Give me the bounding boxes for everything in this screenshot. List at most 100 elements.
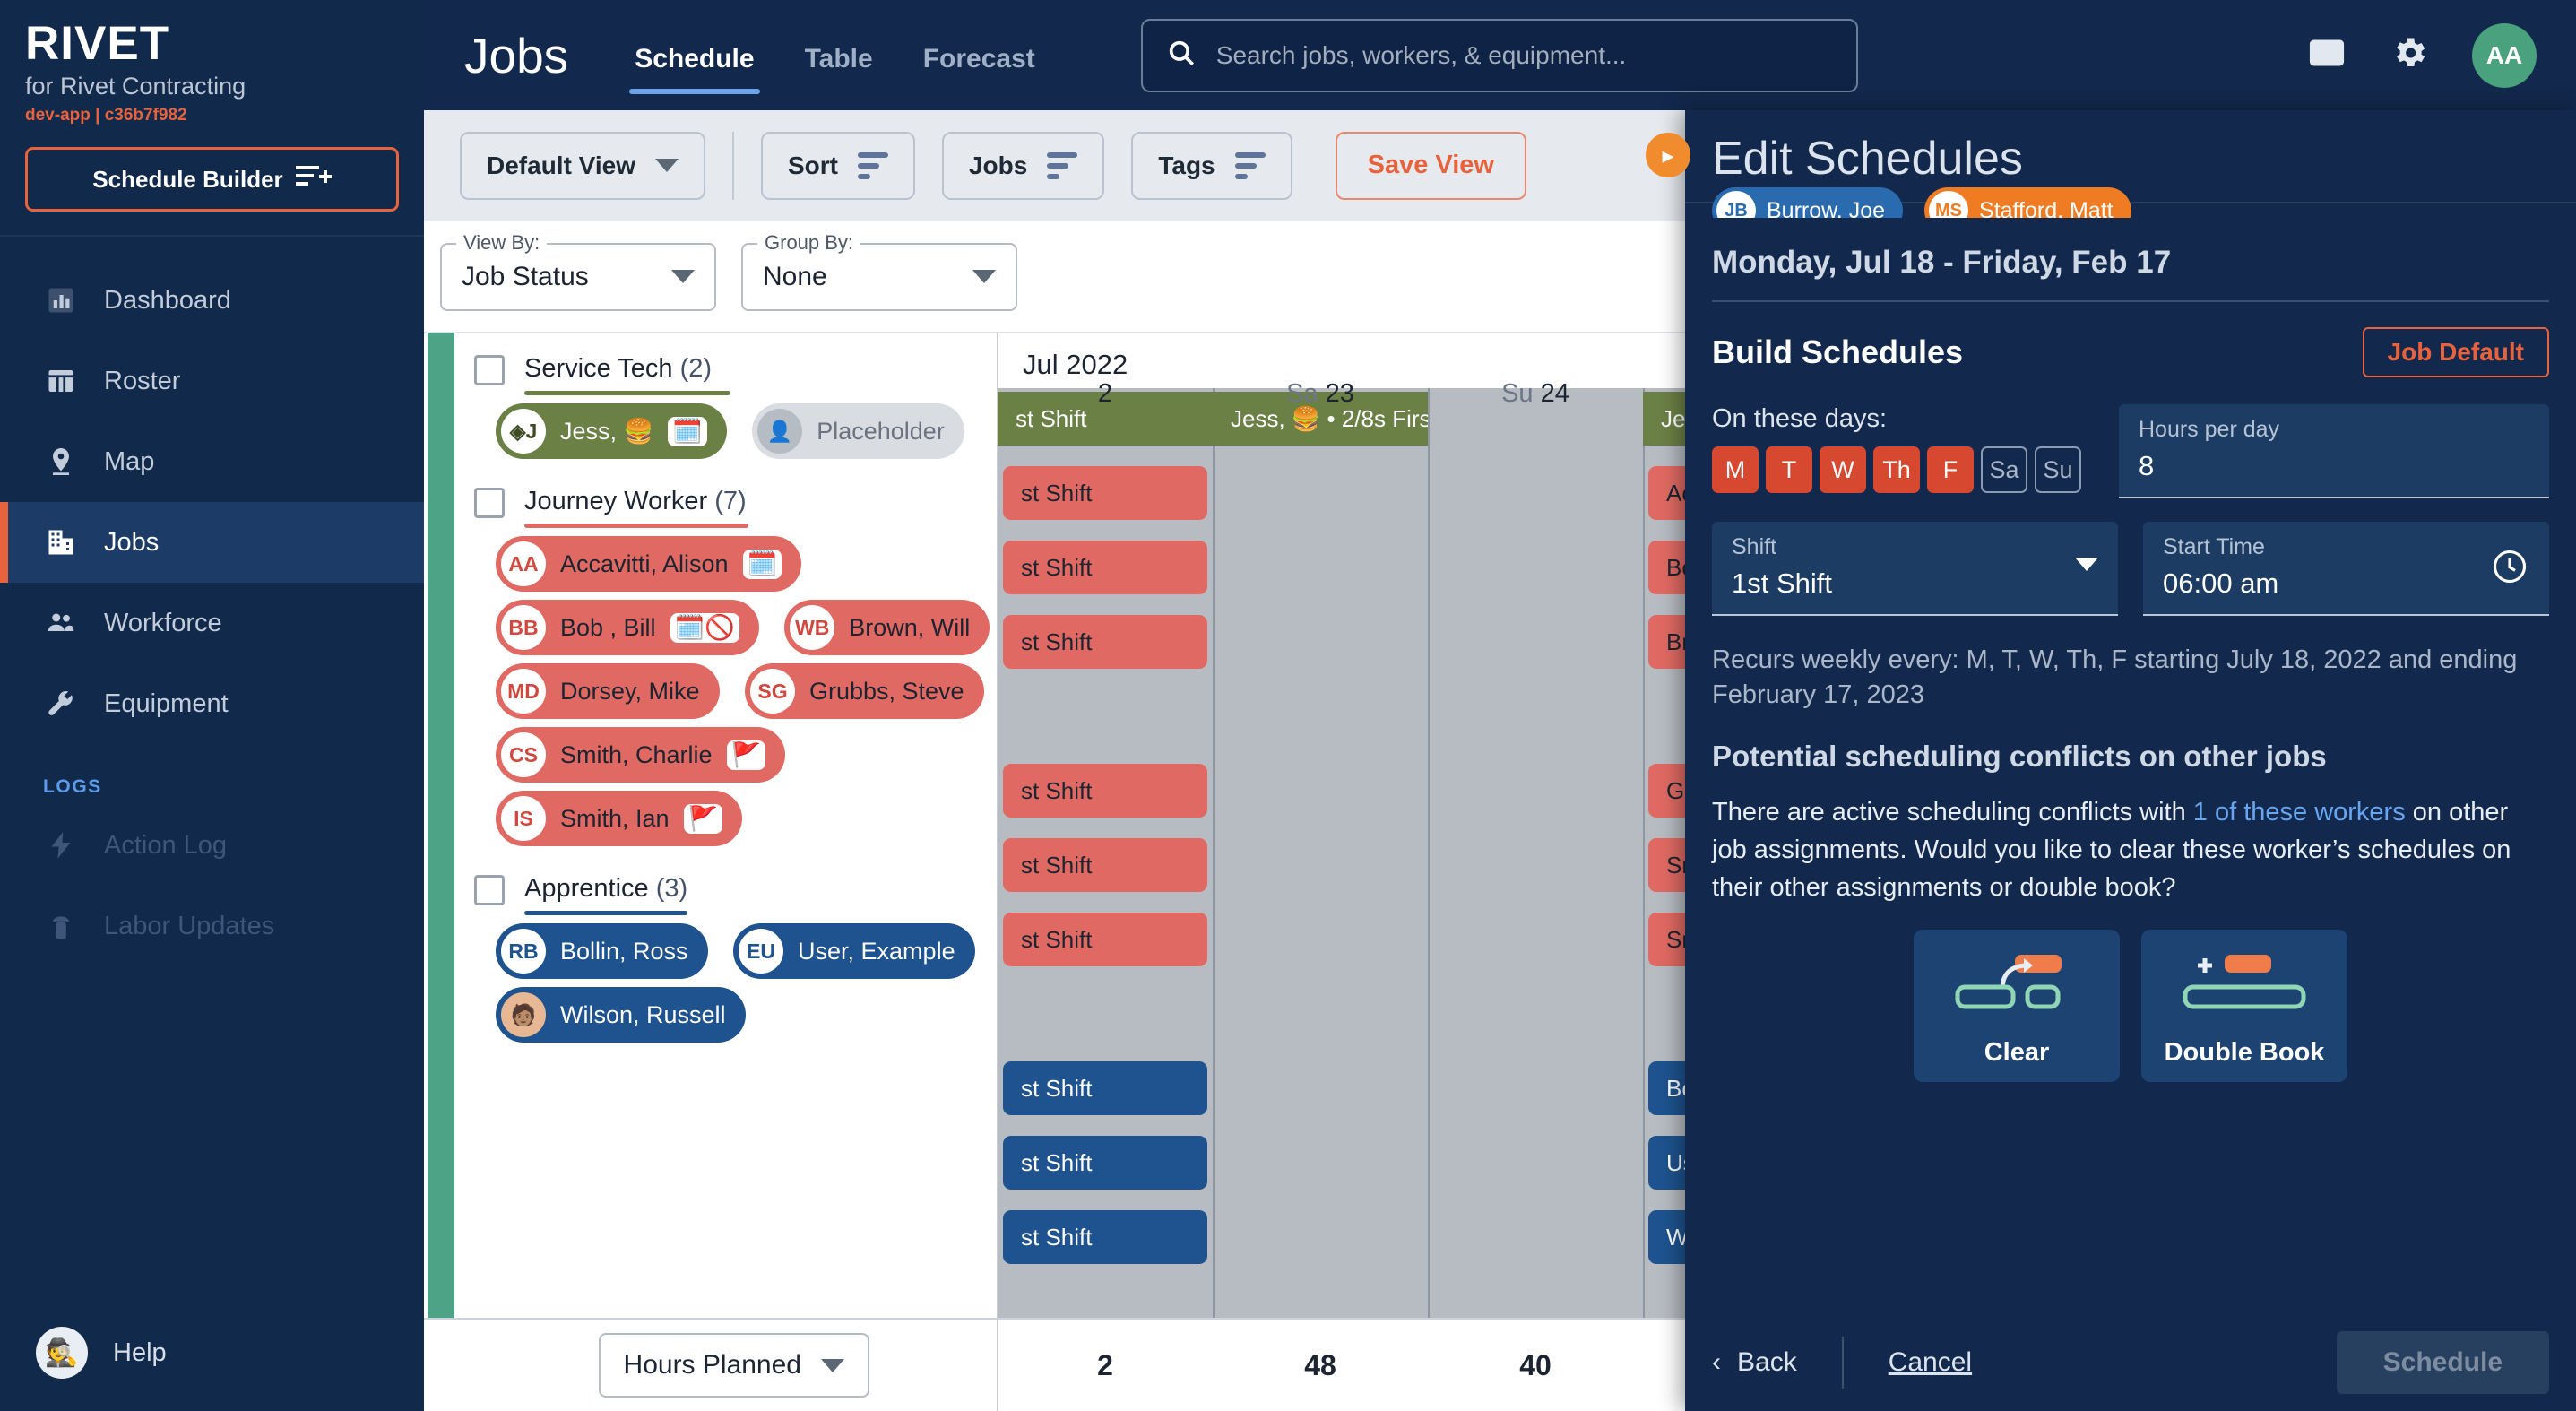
list-item[interactable]: 🧑🏽 Wilson, Russell	[496, 987, 746, 1043]
sort-button[interactable]: Sort	[760, 131, 915, 200]
list-item[interactable]: WB Brown, Will	[784, 600, 990, 655]
back-button[interactable]: ‹ Back	[1712, 1347, 1797, 1378]
schedule-bar[interactable]: st Shift	[1003, 541, 1207, 594]
list-item[interactable]: 👤 Placeholder	[752, 403, 964, 459]
tags-filter-button[interactable]: Tags	[1131, 131, 1292, 200]
hours-per-day-value: 8	[2139, 450, 2155, 481]
filter-icon	[857, 151, 888, 179]
sidebar-item-action-log[interactable]: Action Log	[0, 805, 424, 886]
jobs-filter-button[interactable]: Jobs	[941, 131, 1105, 200]
search-input[interactable]	[1215, 40, 1833, 70]
day-toggle-m[interactable]: M	[1712, 446, 1759, 493]
worker-name: Bollin, Ross	[560, 937, 688, 965]
logs-section-label: LOGS	[43, 776, 102, 797]
list-plus-icon	[295, 162, 332, 197]
schedule-builder-button[interactable]: Schedule Builder	[25, 147, 399, 212]
filter-icon	[1234, 151, 1266, 179]
save-view-button[interactable]: Save View	[1335, 131, 1526, 200]
group-by-value: None	[763, 261, 827, 291]
avatar[interactable]: AA	[2472, 22, 2537, 88]
double-book-option[interactable]: Double Book	[2141, 930, 2347, 1083]
list-item[interactable]: IS Smith, Ian 🚩	[496, 791, 743, 846]
day-toggle-group: M T W Th F Sa Su	[1712, 446, 2081, 493]
schedule-bar[interactable]: st Shift	[1003, 838, 1207, 892]
sidebar-item-label: Equipment	[104, 688, 229, 718]
group-label[interactable]: Service Tech (2)	[524, 354, 712, 387]
list-item[interactable]: MD Dorsey, Mike	[496, 663, 720, 719]
schedule-bar[interactable]: st Shift	[1003, 1136, 1207, 1190]
worker-group: Journey Worker (7) AA Accavitti, Alison …	[474, 472, 997, 846]
sidebar-item-roster[interactable]: Roster	[0, 341, 424, 421]
sidebar-nav: Dashboard Roster Map Jobs Workforce Equi…	[0, 260, 424, 966]
sidebar-item-jobs[interactable]: Jobs	[0, 502, 424, 583]
group-by-select[interactable]: Group By: None	[741, 230, 1017, 311]
cancel-button[interactable]: Cancel	[1889, 1347, 1972, 1378]
building-icon	[43, 524, 79, 560]
default-view-dropdown[interactable]: Default View	[460, 131, 705, 200]
schedule-button[interactable]: Schedule	[2336, 1331, 2549, 1394]
group-label[interactable]: Journey Worker (7)	[524, 487, 747, 520]
avatar: RB	[501, 929, 546, 974]
month-label: Jul 2022	[1023, 349, 1128, 380]
tab-table[interactable]: Table	[780, 44, 898, 94]
sidebar-item-labor-updates[interactable]: Labor Updates	[0, 886, 424, 966]
drawer-collapse-button[interactable]: ▸	[1646, 133, 1690, 177]
day-number: 23	[1325, 379, 1354, 408]
hours-per-day-field[interactable]: Hours per day 8	[2119, 404, 2549, 498]
hours-planned-dropdown[interactable]: Hours Planned	[598, 1333, 869, 1398]
schedule-bar[interactable]: st Shift	[1003, 466, 1207, 520]
group-checkbox[interactable]	[474, 875, 505, 905]
sidebar-item-label: Labor Updates	[104, 911, 275, 940]
worker-name: Wilson, Russell	[560, 1000, 726, 1028]
worker-name: Dorsey, Mike	[560, 677, 700, 705]
day-header: Sa 23	[1213, 379, 1428, 435]
tab-forecast[interactable]: Forecast	[898, 44, 1060, 94]
group-checkbox[interactable]	[474, 488, 505, 518]
list-item[interactable]: ◈J Jess, 🍔 🗓️	[496, 403, 727, 459]
sidebar-item-map[interactable]: Map	[0, 421, 424, 502]
avatar: BB	[501, 605, 546, 650]
back-label: Back	[1737, 1347, 1797, 1377]
sidebar-item-equipment[interactable]: Equipment	[0, 663, 424, 744]
conflict-choice-row: Clear Double Book	[1685, 906, 2576, 1083]
list-item[interactable]: AA Accavitti, Alison 🗓️	[496, 536, 802, 592]
help-button[interactable]: 🕵️ Help	[0, 1327, 167, 1379]
job-default-button[interactable]: Job Default	[2362, 327, 2549, 377]
conflicts-link[interactable]: 1 of these workers	[2193, 798, 2406, 827]
grid-column-divider	[1213, 388, 1215, 1318]
tab-schedule[interactable]: Schedule	[609, 44, 779, 94]
day-toggle-t[interactable]: T	[1766, 446, 1812, 493]
day-toggle-su[interactable]: Su	[2035, 446, 2081, 493]
gear-icon[interactable]	[2390, 33, 2429, 77]
default-view-label: Default View	[487, 151, 635, 179]
start-time-field[interactable]: Start Time 06:00 am	[2143, 522, 2549, 616]
selected-worker-chip[interactable]: MS Stafford, Matt	[1924, 187, 2131, 218]
shift-select[interactable]: Shift 1st Shift	[1712, 522, 2118, 616]
avatar: EU	[739, 929, 784, 974]
list-item[interactable]: SG Grubbs, Steve	[744, 663, 984, 719]
sidebar-item-workforce[interactable]: Workforce	[0, 583, 424, 663]
schedule-bar[interactable]: st Shift	[1003, 1210, 1207, 1264]
global-search[interactable]	[1140, 18, 1858, 92]
day-toggle-th[interactable]: Th	[1873, 446, 1920, 493]
group-label[interactable]: Apprentice (3)	[524, 874, 687, 907]
list-item[interactable]: RB Bollin, Ross	[496, 923, 708, 979]
schedule-bar[interactable]: st Shift	[1003, 1061, 1207, 1115]
schedule-bar[interactable]: st Shift	[1003, 764, 1207, 818]
schedule-bar[interactable]: st Shift	[1003, 615, 1207, 669]
day-toggle-w[interactable]: W	[1820, 446, 1866, 493]
clock-icon[interactable]	[2490, 547, 2529, 591]
selected-worker-chip[interactable]: JB Burrow, Joe	[1712, 187, 1904, 218]
avatar: IS	[501, 796, 546, 841]
list-item[interactable]: CS Smith, Charlie 🚩	[496, 727, 786, 783]
group-checkbox[interactable]	[474, 355, 505, 385]
day-toggle-sa[interactable]: Sa	[1981, 446, 2027, 493]
list-item[interactable]: BB Bob , Bill 🗓️ 🚫	[496, 600, 759, 655]
mail-icon[interactable]	[2307, 33, 2347, 77]
day-toggle-f[interactable]: F	[1927, 446, 1974, 493]
sidebar-item-dashboard[interactable]: Dashboard	[0, 260, 424, 341]
view-by-select[interactable]: View By: Job Status	[440, 230, 716, 311]
clear-option[interactable]: Clear	[1914, 930, 2120, 1083]
list-item[interactable]: EU User, Example	[733, 923, 975, 979]
schedule-bar[interactable]: st Shift	[1003, 913, 1207, 966]
